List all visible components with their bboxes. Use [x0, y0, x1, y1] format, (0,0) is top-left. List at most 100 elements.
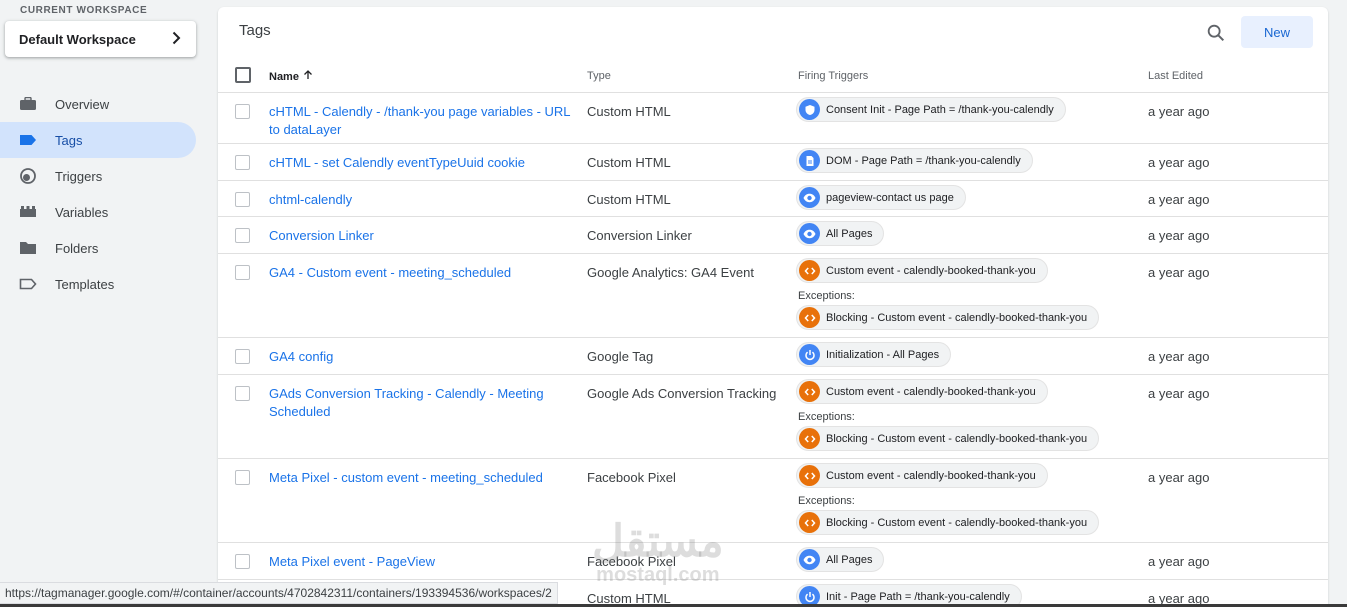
- tag-type: Facebook Pixel: [587, 470, 676, 485]
- workspace-selector[interactable]: Default Workspace: [5, 21, 196, 57]
- trigger-icon: [19, 167, 37, 185]
- sidebar-item-label: Variables: [55, 204, 109, 220]
- search-icon[interactable]: [1205, 22, 1227, 44]
- tag-type: Google Tag: [587, 349, 654, 364]
- trigger-label: Blocking - Custom event - calendly-booke…: [826, 432, 1088, 445]
- tag-name-link[interactable]: cHTML - Calendly - /thank-you page varia…: [269, 103, 584, 139]
- tag-name-link[interactable]: GAds Conversion Tracking - Calendly - Me…: [269, 385, 584, 421]
- tag-name-link[interactable]: GA4 - Custom event - meeting_scheduled: [269, 264, 584, 282]
- firing-trigger-chip[interactable]: Consent Init - Page Path = /thank-you-ca…: [796, 97, 1066, 122]
- exceptions-label: Exceptions:: [798, 290, 855, 302]
- firing-trigger-chip[interactable]: Custom event - calendly-booked-thank-you: [796, 258, 1048, 283]
- row-checkbox[interactable]: [235, 470, 250, 485]
- firing-trigger-chip[interactable]: Initialization - All Pages: [796, 342, 952, 367]
- tag-type: Google Analytics: GA4 Event: [587, 265, 754, 280]
- exceptions-label: Exceptions:: [798, 495, 855, 507]
- tag-name-link[interactable]: cHTML - set Calendly eventTypeUuid cooki…: [269, 154, 584, 172]
- eye-icon: [799, 223, 820, 244]
- last-edited: a year ago: [1148, 265, 1210, 280]
- page-title: Tags: [239, 22, 271, 39]
- row-checkbox[interactable]: [235, 228, 250, 243]
- table-row[interactable]: cHTML - Calendly - /thank-you page varia…: [218, 93, 1328, 144]
- firing-trigger-chip[interactable]: All Pages: [796, 547, 885, 572]
- firing-trigger-chip[interactable]: DOM - Page Path = /thank-you-calendly: [796, 148, 1033, 173]
- folder-icon: [19, 239, 37, 257]
- sidebar-item-label: Overview: [55, 96, 110, 112]
- code-icon: [799, 428, 820, 449]
- row-checkbox[interactable]: [235, 349, 250, 364]
- trigger-label: Consent Init - Page Path = /thank-you-ca…: [826, 103, 1054, 116]
- code-icon: [799, 465, 820, 486]
- tag-type: Custom HTML: [587, 155, 671, 170]
- table-row[interactable]: chtml-calendly Custom HTML pageview-contac…: [218, 181, 1328, 217]
- firing-trigger-chip[interactable]: pageview-contact us page: [796, 185, 966, 210]
- last-edited: a year ago: [1148, 104, 1210, 119]
- chevron-right-icon: [172, 31, 181, 45]
- exception-trigger-chip[interactable]: Blocking - Custom event - calendly-booke…: [796, 426, 1100, 451]
- trigger-label: Custom event - calendly-booked-thank-you: [826, 469, 1036, 482]
- tag-name-link[interactable]: Conversion Linker: [269, 227, 584, 245]
- row-checkbox[interactable]: [235, 386, 250, 401]
- briefcase-icon: [19, 95, 37, 113]
- tag-name-link[interactable]: chtml-calendly: [269, 191, 584, 209]
- variables-icon: [19, 203, 37, 221]
- sidebar-item-templates[interactable]: Templates: [0, 266, 196, 302]
- new-tag-button[interactable]: New: [1241, 16, 1313, 48]
- sidebar-item-folders[interactable]: Folders: [0, 230, 196, 266]
- tag-icon: [19, 131, 37, 149]
- tag-type: Conversion Linker: [587, 228, 692, 243]
- tag-name-link[interactable]: GA4 config: [269, 348, 584, 366]
- row-checkbox[interactable]: [235, 192, 250, 207]
- firing-trigger-chip[interactable]: Custom event - calendly-booked-thank-you: [796, 379, 1048, 404]
- column-header-edited[interactable]: Last Edited: [1148, 70, 1203, 82]
- code-icon: [799, 512, 820, 533]
- eye-icon: [799, 549, 820, 570]
- trigger-label: Blocking - Custom event - calendly-booke…: [826, 311, 1088, 324]
- row-checkbox[interactable]: [235, 554, 250, 569]
- column-header-type[interactable]: Type: [587, 70, 611, 82]
- last-edited: a year ago: [1148, 192, 1210, 207]
- sidebar-item-variables[interactable]: Variables: [0, 194, 196, 230]
- last-edited: a year ago: [1148, 155, 1210, 170]
- trigger-label: Custom event - calendly-booked-thank-you: [826, 264, 1036, 277]
- last-edited: a year ago: [1148, 349, 1210, 364]
- sidebar: CURRENT WORKSPACE Default Workspace Over…: [0, 0, 210, 607]
- table-row[interactable]: Conversion Linker Conversion Linker All Pa…: [218, 217, 1328, 254]
- sidebar-item-label: Folders: [55, 240, 99, 256]
- last-edited: a year ago: [1148, 386, 1210, 401]
- sidebar-item-tags[interactable]: Tags: [0, 122, 196, 158]
- trigger-label: Custom event - calendly-booked-thank-you: [826, 385, 1036, 398]
- workspace-name: Default Workspace: [19, 31, 136, 47]
- column-header-triggers[interactable]: Firing Triggers: [798, 70, 868, 82]
- sidebar-item-triggers[interactable]: Triggers: [0, 158, 196, 194]
- tag-name-link[interactable]: Meta Pixel - custom event - meeting_sche…: [269, 469, 584, 487]
- table-row[interactable]: Meta Pixel - custom event - meeting_sche…: [218, 459, 1328, 543]
- firing-trigger-chip[interactable]: All Pages: [796, 221, 885, 246]
- tag-type: Custom HTML: [587, 104, 671, 119]
- table-header: Name Type Firing Triggers Last Edited: [218, 58, 1328, 93]
- table-row[interactable]: GA4 - Custom event - meeting_scheduled Go…: [218, 254, 1328, 338]
- shield-icon: [799, 99, 820, 120]
- table-row[interactable]: Meta Pixel event - PageView Facebook Pixe…: [218, 543, 1328, 580]
- trigger-label: Initialization - All Pages: [826, 348, 940, 361]
- table-row[interactable]: cHTML - set Calendly eventTypeUuid cooki…: [218, 144, 1328, 181]
- column-header-name[interactable]: Name: [269, 70, 313, 83]
- exceptions-label: Exceptions:: [798, 411, 855, 423]
- select-all-checkbox[interactable]: [235, 67, 251, 83]
- row-checkbox[interactable]: [235, 155, 250, 170]
- exception-trigger-chip[interactable]: Blocking - Custom event - calendly-booke…: [796, 510, 1100, 535]
- table-row[interactable]: GA4 config Google Tag Initialization - All…: [218, 338, 1328, 375]
- trigger-label: All Pages: [826, 227, 873, 240]
- sidebar-item-overview[interactable]: Overview: [0, 86, 196, 122]
- tag-name-link[interactable]: Meta Pixel event - PageView: [269, 553, 584, 571]
- table-row[interactable]: GAds Conversion Tracking - Calendly - Me…: [218, 375, 1328, 459]
- exception-trigger-chip[interactable]: Blocking - Custom event - calendly-booke…: [796, 305, 1100, 330]
- firing-trigger-chip[interactable]: Custom event - calendly-booked-thank-you: [796, 463, 1048, 488]
- last-edited: a year ago: [1148, 554, 1210, 569]
- code-icon: [799, 260, 820, 281]
- row-checkbox[interactable]: [235, 104, 250, 119]
- tag-type: Google Ads Conversion Tracking: [587, 386, 777, 401]
- row-checkbox[interactable]: [235, 265, 250, 280]
- power-icon: [799, 344, 820, 365]
- trigger-label: Blocking - Custom event - calendly-booke…: [826, 516, 1088, 529]
